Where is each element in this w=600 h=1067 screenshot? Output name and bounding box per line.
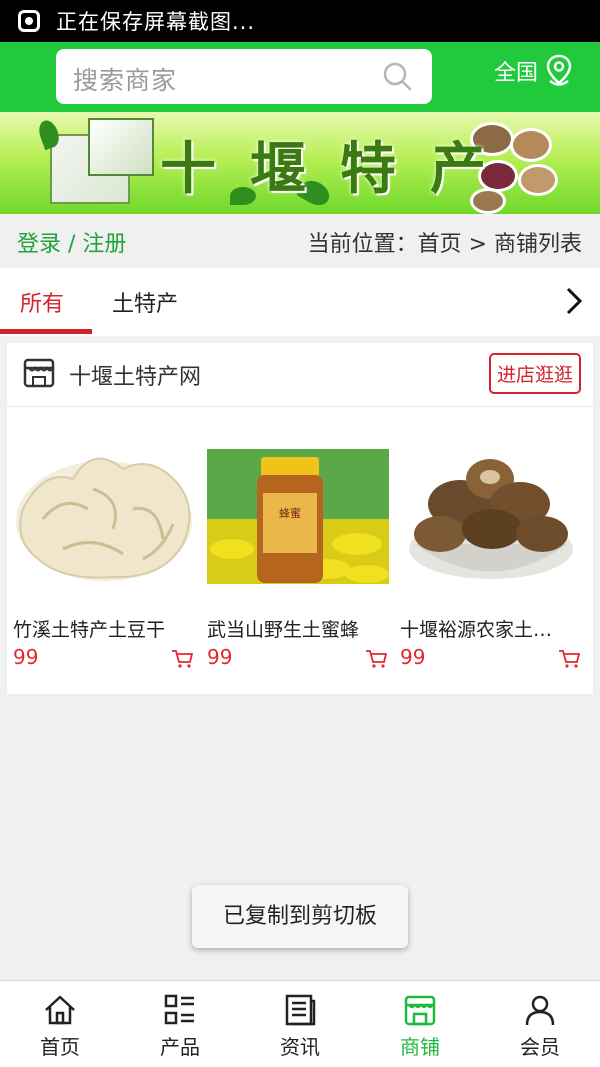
product-price: 99 [400,645,426,669]
member-icon [525,995,555,1026]
cart-icon[interactable] [171,649,193,669]
region-selector[interactable]: 全国 [494,54,574,88]
home-icon [45,995,75,1025]
tab-local-specialty[interactable]: 土特产 [112,286,178,318]
shop-card: 十堰土特产网 进店逛逛 竹溪土特产土豆干 99 蜂蜜 武当山野生土蜜蜂 99 十… [7,343,593,694]
nav-news[interactable]: 资讯 [240,981,360,1067]
product-image[interactable] [13,449,195,584]
product-price: 99 [207,645,233,669]
bottom-nav: 首页 产品 资讯 商铺 会员 [0,980,600,1067]
news-icon [285,994,316,1026]
svg-text:蜂蜜: 蜂蜜 [279,506,301,520]
cart-icon[interactable] [365,649,387,669]
product-list-icon [164,994,194,1025]
screenshot-icon [18,10,40,32]
region-label: 全国 [494,61,539,86]
search-placeholder: 搜索商家 [73,66,178,95]
location-pin-icon [546,54,572,86]
toast-message: 已复制到剪切板 [192,885,408,948]
nav-member-label: 会员 [520,1035,560,1059]
current-location: 当前位置：首页 > 商铺列表 [307,232,582,257]
visit-shop-button[interactable]: 进店逛逛 [488,353,581,394]
product-item[interactable]: 竹溪土特产土豆干 99 [13,449,195,669]
product-name: 武当山野生土蜜蜂 [207,619,360,641]
shop-icon [23,358,55,388]
active-tab-indicator [0,329,92,334]
product-name: 十堰裕源农家土… [400,619,553,641]
nav-member[interactable]: 会员 [480,981,600,1067]
gift-box-image [88,118,154,176]
product-price: 99 [13,645,39,669]
category-tabs: 所有 土特产 [0,268,600,336]
product-item[interactable]: 蜂蜜 武当山野生土蜜蜂 99 [207,449,389,669]
chevron-right-icon[interactable] [564,286,584,316]
food-image [518,164,558,196]
nav-shops-label: 商铺 [400,1035,440,1059]
search-icon[interactable] [382,61,412,91]
breadcrumb: 登录 / 注册 当前位置：首页 > 商铺列表 [0,214,600,268]
banner[interactable]: 十堰特产 [0,112,600,214]
shop-header[interactable]: 十堰土特产网 进店逛逛 [7,343,593,407]
nav-products-label: 产品 [160,1035,200,1059]
nav-products[interactable]: 产品 [120,981,240,1067]
nav-home-label: 首页 [40,1035,80,1059]
search-input[interactable]: 搜索商家 [56,49,432,104]
login-register-link[interactable]: 登录 / 注册 [17,226,126,258]
nav-home[interactable]: 首页 [0,981,120,1067]
status-text: 正在保存屏幕截图... [56,10,256,34]
shop-icon [404,995,436,1026]
product-image[interactable]: 蜂蜜 [207,449,389,584]
nav-news-label: 资讯 [280,1035,320,1059]
product-name: 竹溪土特产土豆干 [13,619,166,641]
nav-shops[interactable]: 商铺 [360,981,480,1067]
app-header: 搜索商家 全国 [0,42,600,112]
product-item[interactable]: 十堰裕源农家土… 99 [400,449,582,669]
banner-title: 十堰特产 [160,136,520,202]
shop-name: 十堰土特产网 [69,365,202,390]
tab-all[interactable]: 所有 [20,286,64,318]
product-image[interactable] [400,449,582,584]
cart-icon[interactable] [558,649,580,669]
status-bar: 正在保存屏幕截图... [0,0,600,42]
